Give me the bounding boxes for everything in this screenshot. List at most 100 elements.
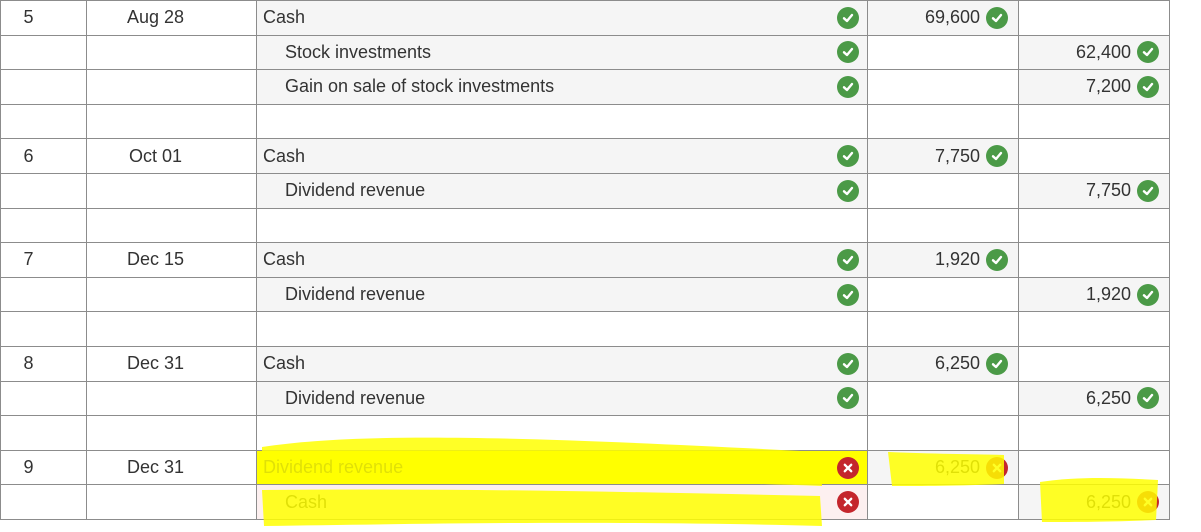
empty-cell [1018, 103, 1170, 140]
empty-cell [86, 415, 257, 451]
journal-row: 5 Aug 28 Cash 69,600 [0, 0, 1170, 36]
credit-amount: 6,250 [1085, 387, 1131, 408]
debit-amount-cell[interactable]: 6,250 [867, 449, 1019, 486]
journal-row: Cash 6,250 [0, 484, 1170, 520]
credit-amount-cell[interactable]: 7,750 [1018, 172, 1170, 209]
entry-date [86, 69, 257, 105]
debit-amount: 7,750 [934, 145, 980, 166]
journal-row: 6 Oct 01 Cash 7,750 [0, 138, 1170, 174]
account-name: Dividend revenue [285, 387, 426, 408]
credit-amount-cell[interactable]: 6,250 [1018, 484, 1170, 520]
check-circle-icon [1137, 179, 1159, 202]
empty-cell [1018, 311, 1170, 347]
account-field[interactable]: Cash [256, 345, 868, 382]
spacer-row [0, 311, 1170, 347]
entry-number [0, 276, 87, 313]
credit-amount-cell[interactable] [1018, 0, 1170, 36]
check-circle-icon [986, 248, 1008, 271]
journal-row: 7 Dec 15 Cash 1,920 [0, 242, 1170, 278]
x-circle-icon [837, 456, 859, 479]
x-circle-icon [986, 456, 1008, 479]
debit-amount: 1,920 [934, 249, 980, 270]
check-circle-icon [1137, 41, 1159, 64]
account-name: Dividend revenue [285, 284, 426, 305]
x-circle-icon [1137, 491, 1159, 514]
journal-row: 9 Dec 31 Dividend revenue 6,250 [0, 449, 1170, 486]
account-name: Cash [285, 491, 328, 512]
entry-number [0, 34, 87, 71]
credit-amount-cell[interactable] [1018, 138, 1170, 174]
debit-amount-cell[interactable] [867, 380, 1019, 417]
check-circle-icon [1137, 283, 1159, 306]
credit-amount-cell[interactable] [1018, 345, 1170, 382]
account-field[interactable]: Dividend revenue [256, 380, 868, 417]
debit-amount-cell[interactable] [867, 172, 1019, 209]
check-circle-icon [837, 75, 859, 98]
entry-number: 5 [0, 0, 87, 36]
check-circle-icon [837, 145, 859, 168]
credit-amount-cell[interactable]: 6,250 [1018, 380, 1170, 417]
account-field[interactable]: Dividend revenue [256, 276, 868, 313]
account-field[interactable]: Cash [256, 484, 868, 520]
debit-amount-cell[interactable]: 6,250 [867, 345, 1019, 382]
entry-date [86, 484, 257, 520]
empty-cell [0, 415, 87, 451]
account-name: Dividend revenue [263, 457, 404, 478]
entry-date [86, 34, 257, 71]
credit-amount: 7,750 [1085, 180, 1131, 201]
account-field[interactable]: Dividend revenue [256, 172, 868, 209]
debit-amount-cell[interactable]: 1,920 [867, 242, 1019, 278]
spacer-row [0, 415, 1170, 451]
spacer-row [0, 103, 1170, 140]
empty-cell [867, 103, 1019, 140]
journal-table-body: 5 Aug 28 Cash 69,600 Stock investments 62,400… [0, 0, 1170, 520]
debit-amount-cell[interactable] [867, 34, 1019, 71]
entry-number: 8 [0, 345, 87, 382]
journal-entry-screen: { "entries": [ {"no": "5", "date": "Aug … [0, 0, 1201, 532]
entry-date [86, 172, 257, 209]
entry-number: 6 [0, 138, 87, 174]
check-circle-icon [837, 179, 859, 202]
debit-amount-cell[interactable] [867, 276, 1019, 313]
entry-number [0, 380, 87, 417]
entry-number [0, 69, 87, 105]
check-circle-icon [837, 283, 859, 306]
x-circle-icon [837, 491, 859, 514]
empty-cell [867, 415, 1019, 451]
debit-amount: 6,250 [934, 353, 980, 374]
entry-date [86, 380, 257, 417]
credit-amount-cell[interactable] [1018, 242, 1170, 278]
empty-cell [256, 415, 868, 451]
credit-amount: 6,250 [1085, 491, 1131, 512]
check-circle-icon [837, 41, 859, 64]
credit-amount-cell[interactable]: 1,920 [1018, 276, 1170, 313]
empty-cell [0, 207, 87, 244]
debit-amount-cell[interactable] [867, 484, 1019, 520]
journal-row: 8 Dec 31 Cash 6,250 [0, 345, 1170, 382]
check-circle-icon [986, 6, 1008, 29]
check-circle-icon [837, 248, 859, 271]
debit-amount-cell[interactable] [867, 69, 1019, 105]
journal-row: Stock investments 62,400 [0, 34, 1170, 71]
credit-amount-cell[interactable] [1018, 449, 1170, 486]
entry-number [0, 172, 87, 209]
entry-number: 9 [0, 449, 87, 486]
credit-amount-cell[interactable]: 62,400 [1018, 34, 1170, 71]
empty-cell [256, 311, 868, 347]
account-field[interactable]: Cash [256, 242, 868, 278]
credit-amount-cell[interactable]: 7,200 [1018, 69, 1170, 105]
account-field[interactable]: Cash [256, 0, 868, 36]
account-field[interactable]: Cash [256, 138, 868, 174]
empty-cell [256, 207, 868, 244]
empty-cell [1018, 207, 1170, 244]
empty-cell [256, 103, 868, 140]
entry-date: Dec 31 [86, 345, 257, 382]
debit-amount-cell[interactable]: 7,750 [867, 138, 1019, 174]
account-field[interactable]: Dividend revenue [256, 449, 868, 486]
account-field[interactable]: Stock investments [256, 34, 868, 71]
debit-amount-cell[interactable]: 69,600 [867, 0, 1019, 36]
account-field[interactable]: Gain on sale of stock investments [256, 69, 868, 105]
debit-amount: 6,250 [934, 457, 980, 478]
entry-date [86, 276, 257, 313]
entry-date: Oct 01 [86, 138, 257, 174]
